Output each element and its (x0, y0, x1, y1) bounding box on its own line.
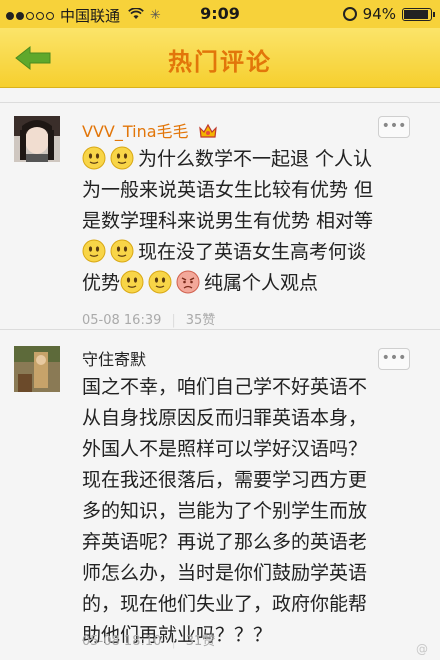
battery-icon (402, 7, 435, 21)
battery-percent: 94% (362, 5, 396, 23)
smile-emoji-icon (110, 146, 134, 170)
angry-emoji-icon (176, 270, 200, 294)
comment-text: 是数学理科来说男生有优势 相对等 (82, 210, 374, 232)
rotation-lock-icon (342, 7, 357, 21)
user-name-label: 守住寄默 (82, 350, 147, 369)
comment-line: 现在我还很落后，需要学习西方更 (82, 465, 412, 496)
comment-meta: 05-08 16:39 | 35赞 (82, 313, 216, 328)
comment-text: 纯属个人观点 (204, 272, 319, 294)
comment-line: 现在没了英语女生高考何谈 (82, 237, 412, 268)
smile-emoji-icon (120, 270, 144, 294)
smile-emoji-icon (82, 239, 106, 263)
comment-text: 的，现在他们失业了，政府你能帮 (82, 593, 368, 615)
comment-time: 05-08 18:10 (82, 634, 162, 649)
comment-text: 现在我还很落后，需要学习西方更 (82, 469, 368, 491)
comment-text: 为一般来说英语女生比较有优势 但 (82, 179, 374, 201)
comment-text: 为什么数学不一起退 个人认 (138, 148, 373, 170)
status-bar: 中国联通 ✳ 9:09 94% (0, 0, 440, 28)
comment-line: 为一般来说英语女生比较有优势 但 (82, 175, 412, 206)
comment-line: 优势 纯属个人观点 (82, 268, 412, 299)
comment-line: 多的知识，岂能为了个别学生而放 (82, 496, 412, 527)
comment-item: 守住寄默 ••• 国之不幸，咱们自己学不好英语不 从自身找原因反而归罪英语本身， 外… (0, 330, 440, 660)
avatar[interactable] (14, 116, 60, 162)
user-name[interactable]: 守住寄默 (82, 346, 146, 370)
like-count[interactable]: 31赞 (186, 634, 216, 649)
divider (0, 102, 440, 103)
comment-text: 外国人不是照样可以学好汉语吗？ (82, 438, 368, 460)
more-options-button[interactable]: ••• (378, 348, 410, 370)
comment-text: 优势 (82, 272, 121, 294)
comment-time: 05-08 16:39 (82, 313, 162, 328)
crown-icon (198, 122, 218, 144)
smile-emoji-icon (110, 239, 134, 263)
comment-item: VVV_Tina毛毛 ••• 为什么数学不一起退 个人认为一般来说英语女生比较有… (0, 104, 440, 328)
comment-text: 师怎么办，当时是你们鼓励学英语 (82, 562, 368, 584)
comment-text: 弃英语呢？再说了那么多的英语老 (82, 531, 368, 553)
smile-emoji-icon (82, 146, 106, 170)
watermark: @ (416, 642, 428, 656)
comment-line: 师怎么办，当时是你们鼓励学英语 (82, 558, 412, 589)
page-title: 热门评论 (168, 48, 272, 76)
status-right: 94% (342, 5, 435, 23)
comment-line: 的，现在他们失业了，政府你能帮 (82, 589, 412, 620)
smile-emoji-icon (148, 270, 172, 294)
comment-text: 国之不幸，咱们自己学不好英语不 (82, 376, 368, 398)
comment-line: 从自身找原因反而归罪英语本身， (82, 403, 412, 434)
more-options-button[interactable]: ••• (378, 116, 410, 138)
comment-text: 现在没了英语女生高考何谈 (138, 241, 367, 263)
comment-line: 弃英语呢？再说了那么多的英语老 (82, 527, 412, 558)
comment-line: 国之不幸，咱们自己学不好英语不 (82, 372, 412, 403)
comment-body: 国之不幸，咱们自己学不好英语不 从自身找原因反而归罪英语本身， 外国人不是照样可以学… (82, 372, 412, 651)
user-name[interactable]: VVV_Tina毛毛 (82, 118, 218, 144)
comment-text: 多的知识，岂能为了个别学生而放 (82, 500, 368, 522)
user-name-label: VVV_Tina毛毛 (82, 122, 189, 141)
like-count[interactable]: 35赞 (186, 313, 216, 328)
comment-list[interactable]: VVV_Tina毛毛 ••• 为什么数学不一起退 个人认为一般来说英语女生比较有… (0, 88, 440, 660)
comment-body: 为什么数学不一起退 个人认为一般来说英语女生比较有优势 但是数学理科来说男生有优… (82, 144, 412, 299)
comment-line: 为什么数学不一起退 个人认 (82, 144, 412, 175)
comment-line: 外国人不是照样可以学好汉语吗？ (82, 434, 412, 465)
comment-line: 是数学理科来说男生有优势 相对等 (82, 206, 412, 237)
comment-text: 从自身找原因反而归罪英语本身， (82, 407, 368, 429)
nav-bar: 热门评论 (0, 28, 440, 88)
comment-meta: 05-08 18:10 | 31赞 (82, 634, 216, 649)
avatar[interactable] (14, 346, 60, 392)
